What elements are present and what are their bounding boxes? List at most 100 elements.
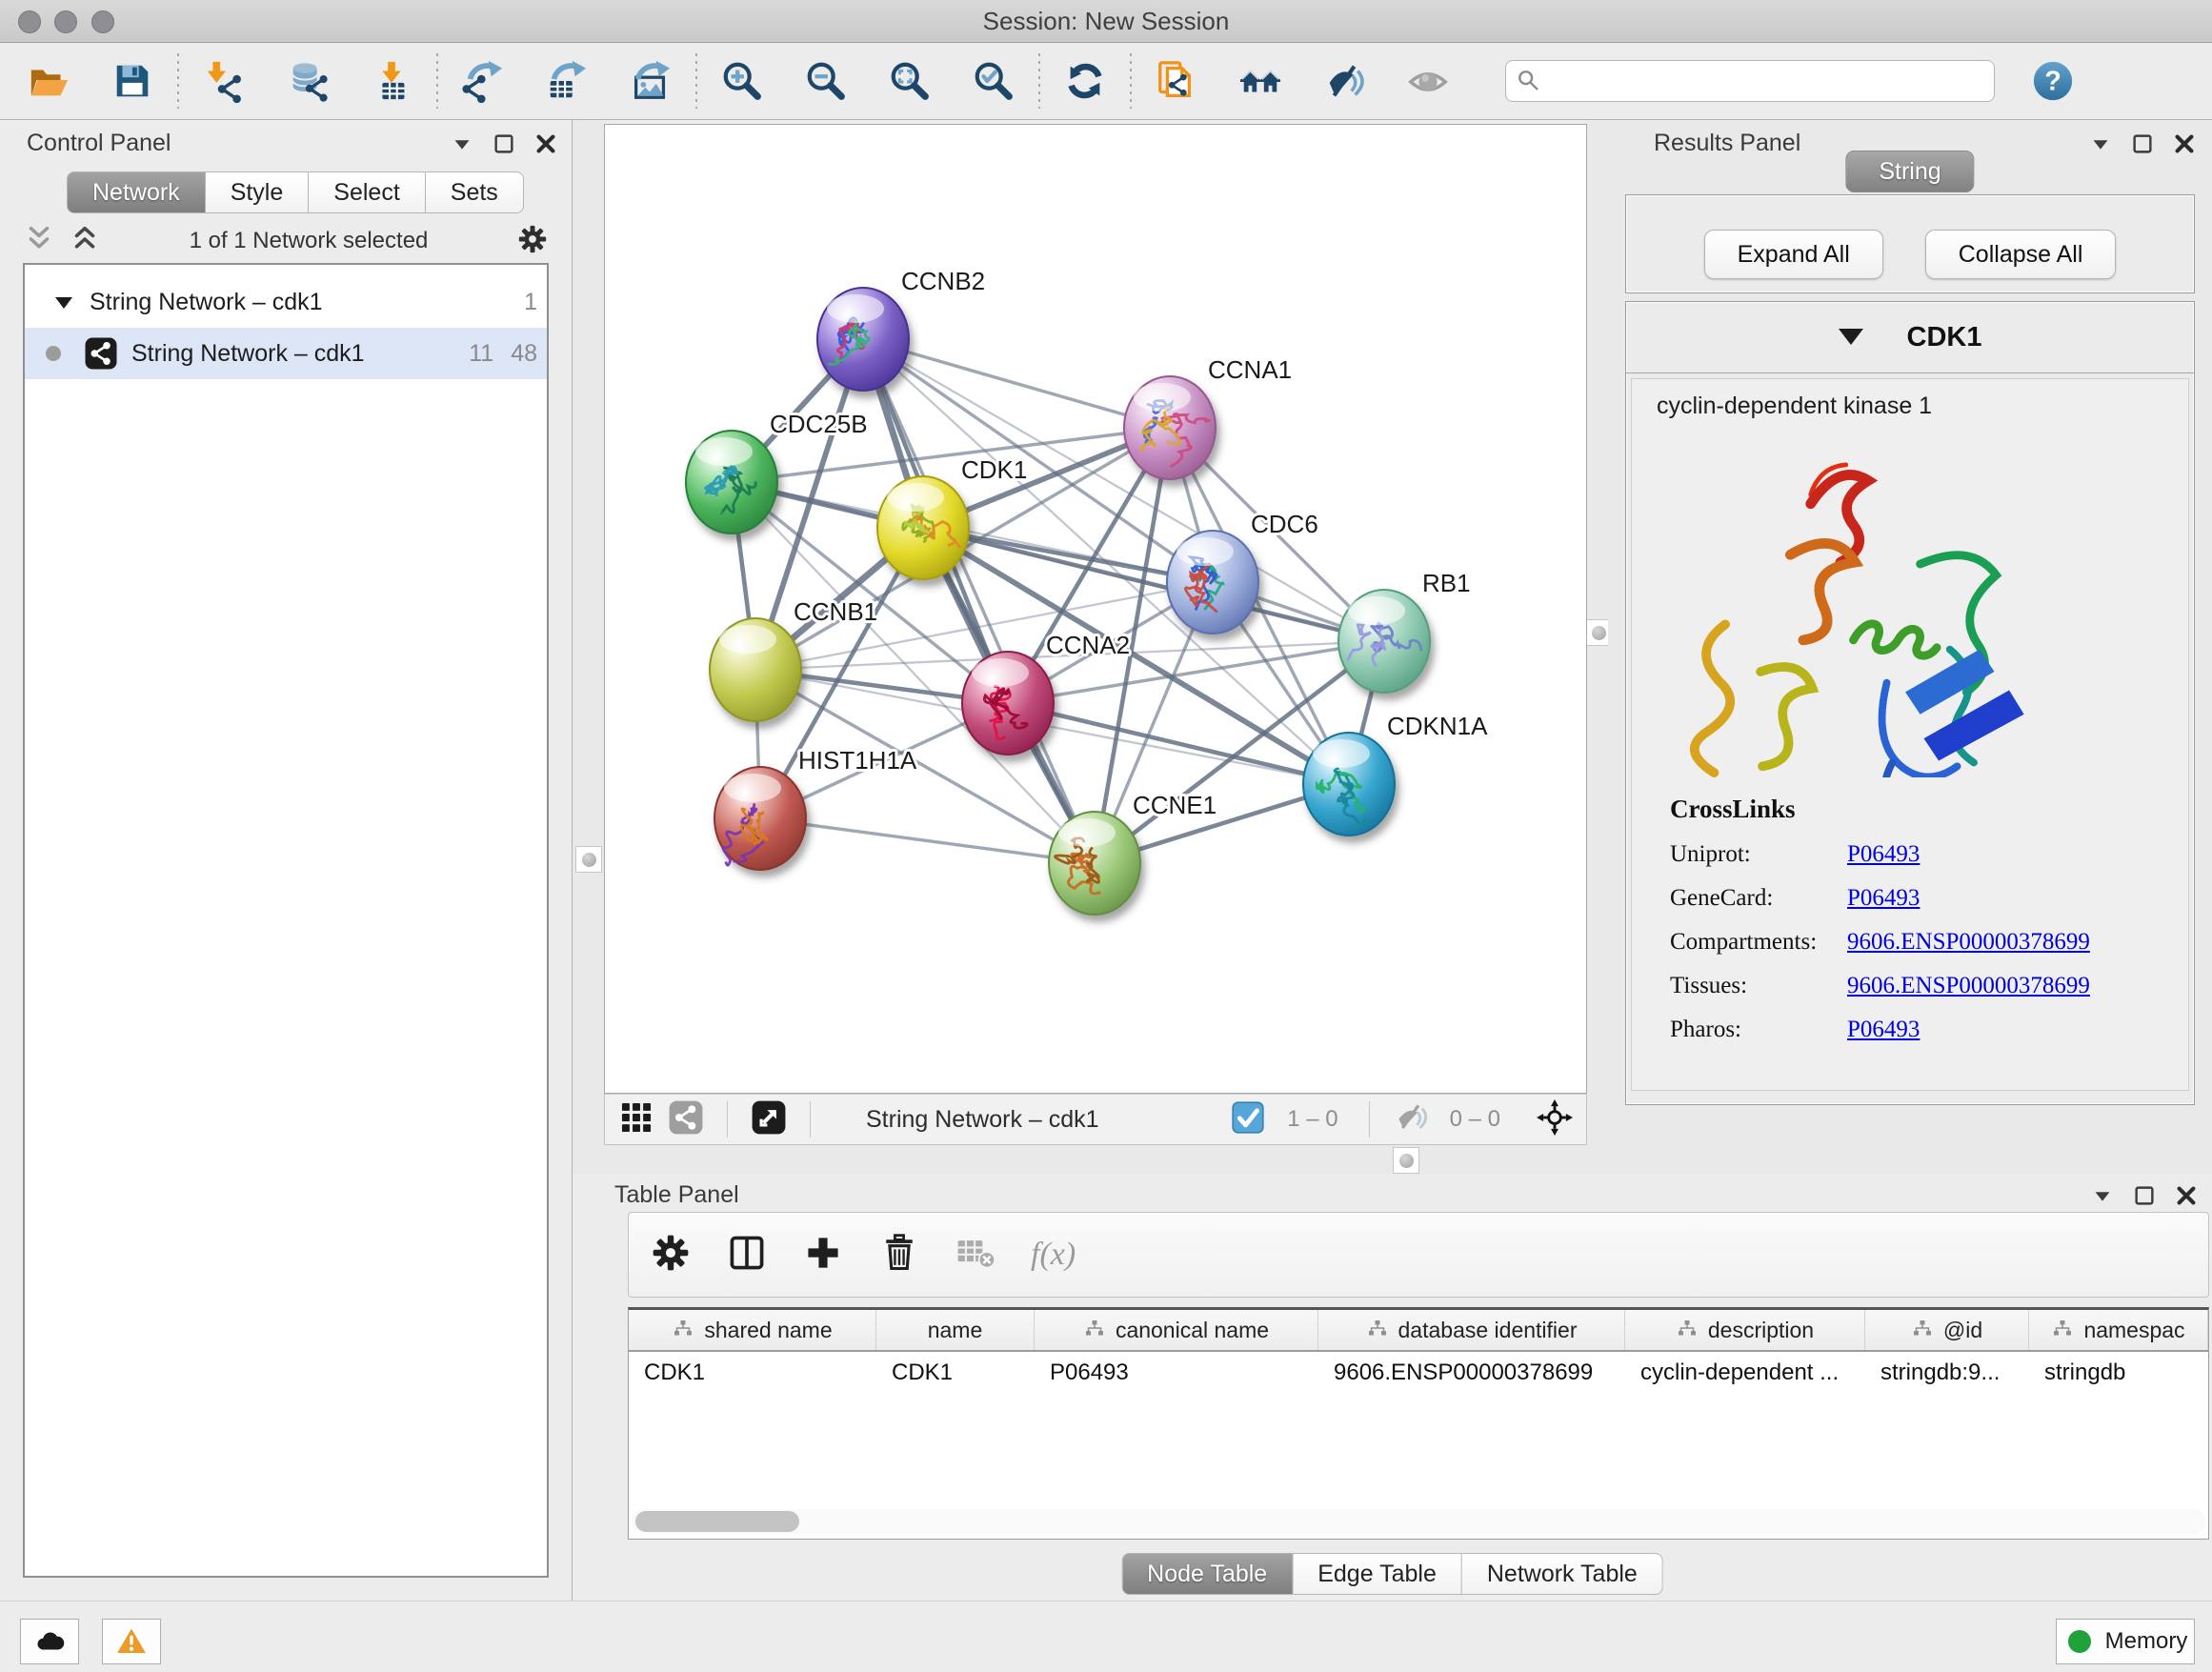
column-header-shared-name[interactable]: shared name [629, 1310, 876, 1350]
tab-style[interactable]: Style [206, 171, 310, 213]
crosslink-link[interactable]: P06493 [1847, 1017, 1920, 1043]
table-cell[interactable]: CDK1 [629, 1352, 876, 1394]
column-header-canonical-name[interactable]: canonical name [1035, 1310, 1318, 1350]
bottom-splitter-handle[interactable] [1393, 1147, 1419, 1174]
export-table-button[interactable] [543, 57, 591, 105]
save-session-button[interactable] [109, 57, 156, 105]
crosslink-link[interactable]: 9606.ENSP00000378699 [1847, 929, 2090, 956]
table-panel-float-icon[interactable] [2132, 1183, 2157, 1213]
export-image-button[interactable] [627, 57, 674, 105]
share-document-button[interactable] [1153, 57, 1200, 105]
zoom-selected-button[interactable] [970, 57, 1017, 105]
table-cell[interactable]: CDK1 [876, 1352, 1035, 1394]
network-share-view-icon[interactable] [668, 1099, 704, 1140]
bottom-splitter[interactable] [604, 1145, 1587, 1174]
show-graphics-button[interactable] [1404, 57, 1452, 105]
control-panel-close-icon[interactable] [533, 131, 558, 161]
open-session-button[interactable] [25, 57, 72, 105]
memory-button[interactable]: Memory [2056, 1619, 2195, 1664]
table-hscrollbar-thumb[interactable] [635, 1511, 799, 1532]
network-node-CCNB1[interactable] [710, 618, 801, 721]
results-panel-menu-icon[interactable] [2088, 131, 2113, 161]
show-grid-icon[interactable] [618, 1099, 654, 1140]
control-panel-float-icon[interactable] [492, 131, 516, 161]
delete-table-icon[interactable] [955, 1232, 996, 1279]
fit-content-crosshair-icon[interactable] [1537, 1099, 1573, 1140]
collection-expander-icon[interactable] [51, 290, 76, 314]
help-button[interactable]: ? [2031, 59, 2075, 103]
export-network-button[interactable] [459, 57, 507, 105]
update-button[interactable] [1061, 57, 1109, 105]
crosslink-link[interactable]: 9606.ENSP00000378699 [1847, 973, 2090, 999]
network-node-CCNE1[interactable] [1049, 812, 1140, 915]
results-panel-close-icon[interactable] [2172, 131, 2197, 161]
network-canvas[interactable]: CCNB2CCNA1CDC25BCDK1CDC6RB1CCNB1CCNA2CDK… [604, 124, 1587, 1094]
import-network-button[interactable] [200, 57, 248, 105]
expand-all-networks-icon[interactable] [69, 223, 101, 260]
zoom-fit-button[interactable] [886, 57, 934, 105]
table-row[interactable]: CDK1CDK1P064939606.ENSP00000378699cyclin… [629, 1352, 2208, 1394]
left-splitter[interactable] [573, 120, 604, 1174]
warnings-button[interactable] [102, 1619, 161, 1664]
expand-all-button[interactable]: Expand All [1704, 230, 1883, 279]
table-cell[interactable]: 9606.ENSP00000378699 [1318, 1352, 1625, 1394]
homes-button[interactable] [1237, 57, 1284, 105]
table-panel-menu-icon[interactable] [2090, 1183, 2115, 1213]
table-options-gear-icon[interactable] [650, 1232, 692, 1279]
network-row[interactable]: String Network – cdk1 11 48 [25, 328, 547, 379]
network-node-CCNA1[interactable] [1124, 376, 1216, 479]
table-cell[interactable]: stringdb [2029, 1352, 2208, 1394]
network-node-CDC6[interactable] [1167, 531, 1258, 634]
network-node-CDK1[interactable] [877, 476, 969, 579]
column-header-database-identifier[interactable]: database identifier [1318, 1310, 1625, 1350]
create-column-icon[interactable] [802, 1232, 844, 1279]
gene-header[interactable]: CDK1 [1626, 302, 2194, 373]
tab-network-table[interactable]: Network Table [1462, 1553, 1663, 1595]
collapse-all-button[interactable]: Collapse All [1925, 230, 2117, 279]
delete-column-icon[interactable] [878, 1232, 920, 1279]
collapse-all-networks-icon[interactable] [23, 223, 55, 260]
table-cell[interactable]: stringdb:9... [1865, 1352, 2029, 1394]
tab-edge-table[interactable]: Edge Table [1293, 1553, 1462, 1595]
import-database-button[interactable] [284, 57, 332, 105]
tab-sets[interactable]: Sets [426, 171, 524, 213]
control-panel-menu-icon[interactable] [450, 131, 474, 161]
network-edge[interactable] [1008, 703, 1349, 784]
network-node-CCNB2[interactable] [817, 288, 909, 391]
column-header-namespac[interactable]: namespac [2029, 1310, 2208, 1350]
network-options-gear-icon[interactable] [516, 223, 549, 260]
network-node-CCNA2[interactable] [962, 652, 1054, 755]
crosslink-link[interactable]: P06493 [1847, 841, 1920, 868]
column-header-description[interactable]: description [1625, 1310, 1865, 1350]
import-table-button[interactable] [368, 57, 415, 105]
selected-checkbox-icon[interactable] [1230, 1099, 1266, 1140]
right-splitter[interactable] [1587, 120, 1608, 1174]
network-edge[interactable] [863, 339, 1170, 428]
column-header-name[interactable]: name [876, 1310, 1035, 1350]
crosslink-link[interactable]: P06493 [1847, 885, 1920, 912]
network-node-CDC25B[interactable] [686, 431, 777, 534]
network-collection-row[interactable]: String Network – cdk1 1 [25, 276, 547, 328]
table-cell[interactable]: P06493 [1035, 1352, 1318, 1394]
cloud-button[interactable] [20, 1619, 79, 1664]
zoom-in-button[interactable] [718, 57, 766, 105]
tab-network[interactable]: Network [67, 171, 206, 213]
tab-string[interactable]: String [1845, 151, 1974, 192]
network-node-HIST1H1A[interactable] [714, 767, 806, 870]
birdseye-view-icon[interactable] [751, 1099, 787, 1140]
tab-select[interactable]: Select [309, 171, 425, 213]
column-header--id[interactable]: @id [1865, 1310, 2029, 1350]
network-node-RB1[interactable] [1338, 590, 1430, 693]
hidden-elements-icon[interactable] [1393, 1099, 1429, 1140]
show-columns-icon[interactable] [726, 1232, 768, 1279]
network-edge[interactable] [760, 818, 1095, 863]
gene-expander-icon[interactable] [1839, 329, 1863, 357]
table-panel-close-icon[interactable] [2174, 1183, 2199, 1213]
hide-graphics-button[interactable] [1320, 57, 1368, 105]
network-node-CDKN1A[interactable] [1303, 733, 1395, 836]
left-splitter-handle[interactable] [575, 846, 602, 873]
table-cell[interactable]: cyclin-dependent ... [1625, 1352, 1865, 1394]
tab-node-table[interactable]: Node Table [1121, 1553, 1293, 1595]
table-hscrollbar[interactable] [632, 1509, 2205, 1534]
results-panel-float-icon[interactable] [2130, 131, 2155, 161]
